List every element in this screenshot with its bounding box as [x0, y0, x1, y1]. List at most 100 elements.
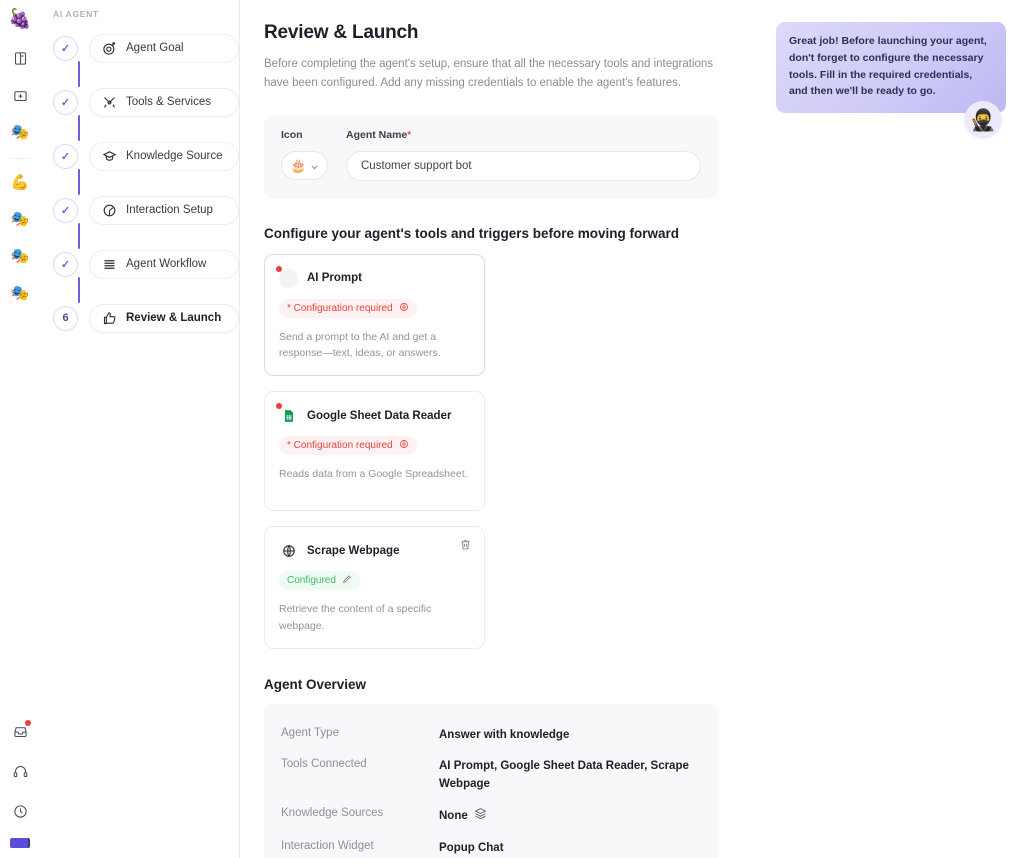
tool-name: AI Prompt [307, 272, 362, 285]
step-pill-agent-workflow[interactable]: Agent Workflow [89, 249, 239, 279]
globe-icon-wrap [279, 541, 298, 561]
step-pill-interaction-setup[interactable]: Interaction Setup [89, 195, 239, 225]
tools-icon [102, 95, 117, 110]
step-connector-3 [78, 169, 80, 195]
agent-overview-panel: Agent Type Answer with knowledge Tools C… [264, 704, 718, 858]
sidebar-item-interaction-setup[interactable]: ✓ Interaction Setup [53, 195, 239, 249]
ninja-avatar-icon[interactable]: 🥷 [964, 101, 1002, 140]
grapes-logo-icon[interactable]: 🍇 [8, 10, 32, 29]
tool-name: Google Sheet Data Reader [307, 409, 452, 422]
page-subtitle: Before completing the agent's setup, ens… [264, 58, 714, 89]
overview-title: Agent Overview [264, 677, 367, 692]
rail-bottom-group [0, 718, 40, 852]
step-pill-review-launch[interactable]: Review & Launch [89, 303, 239, 333]
app-root: 🍇 🎭 💪 🎭 🎭 🎭 AI AGENT ✓ Agent Goal ✓ Tool… [0, 0, 1024, 858]
tool-card-ai-prompt[interactable]: AI Prompt * Configuration required Send … [264, 253, 485, 377]
sidebar-item-agent-goal[interactable]: ✓ Agent Goal [53, 33, 239, 87]
overview-row-knowledge-sources: Knowledge Sources None [264, 800, 718, 833]
step-connector-2 [78, 115, 80, 141]
tool-card-scrape-webpage[interactable]: Scrape Webpage Configured Retrieve the c… [264, 526, 485, 649]
wizard-steps: ✓ Agent Goal ✓ Tools & Services ✓ Knowle… [40, 33, 239, 333]
step-label: Agent Goal [126, 42, 184, 54]
layers-list-icon [102, 257, 117, 272]
icon-field-label: Icon [281, 128, 303, 141]
attention-dot [276, 265, 282, 272]
step-connector-1 [78, 61, 80, 87]
overview-value-text: AI Prompt, Google Sheet Data Reader, Scr… [439, 760, 689, 790]
sidebar-item-tools-services[interactable]: ✓ Tools & Services [53, 87, 239, 141]
tools-grid: AI Prompt * Configuration required Send … [264, 253, 720, 649]
sidebar-item-knowledge-source[interactable]: ✓ Knowledge Source [53, 141, 239, 195]
pages-icon[interactable] [7, 45, 33, 71]
step-pill-agent-goal[interactable]: Agent Goal [89, 33, 239, 63]
headset-support-icon[interactable] [7, 758, 33, 784]
step-label: Review & Launch [126, 312, 222, 324]
icon-picker-button[interactable]: 🎂 [281, 150, 328, 180]
step-marker-6: 6 [53, 305, 78, 331]
step-marker-5: ✓ [53, 251, 78, 277]
agent-icon-1[interactable]: 🎭 [7, 119, 33, 145]
step-marker-3: ✓ [53, 143, 78, 169]
status-badge-configuration-required[interactable]: * Configuration required [279, 436, 417, 456]
overview-value: AI Prompt, Google Sheet Data Reader, Scr… [439, 758, 701, 793]
step-marker-1: ✓ [53, 35, 78, 61]
step-pill-knowledge-source[interactable]: Knowledge Source [89, 141, 239, 171]
tool-card-header: AI Prompt [276, 265, 470, 288]
step-label: Agent Workflow [126, 258, 207, 270]
overview-row-interaction-widget: Interaction Widget Popup Chat [264, 833, 718, 858]
overview-value-text: Popup Chat [439, 842, 504, 854]
status-badge-configured[interactable]: Configured [279, 571, 360, 591]
step-marker-4: ✓ [53, 197, 78, 223]
sidebar-item-review-launch[interactable]: 6 Review & Launch [53, 303, 239, 333]
required-asterisk: * [407, 129, 412, 141]
clock-icon[interactable] [7, 798, 33, 824]
tool-card-header: Scrape Webpage [279, 541, 470, 561]
globe-icon [279, 541, 298, 561]
step-marker-2: ✓ [53, 89, 78, 115]
tool-description: Reads data from a Google Spreadsheet. [279, 468, 468, 481]
left-icon-rail: 🍇 🎭 💪 🎭 🎭 🎭 [0, 0, 40, 858]
wizard-sidebar: AI AGENT ✓ Agent Goal ✓ Tools & Services… [40, 0, 240, 858]
agent-name-label: Agent Name* [346, 129, 701, 141]
overview-row-tools-connected: Tools Connected AI Prompt, Google Sheet … [264, 751, 718, 800]
overview-value: Popup Chat [439, 840, 701, 857]
agent-icon-4[interactable]: 🎭 [7, 280, 33, 306]
gear-icon [399, 439, 409, 452]
coach-tooltip: Great job! Before launching your agent, … [776, 22, 1006, 140]
notification-dot [25, 720, 31, 726]
tool-card-google-sheet-data-reader[interactable]: Google Sheet Data Reader * Configuration… [264, 391, 485, 512]
overview-value-text: None [439, 809, 468, 822]
tools-section-title: Configure your agent's tools and trigger… [264, 225, 679, 241]
agent-icon-3[interactable]: 🎭 [7, 243, 33, 269]
overview-value: Answer with knowledge [439, 727, 701, 744]
sidebar-item-agent-workflow[interactable]: ✓ Agent Workflow [53, 249, 239, 303]
status-badge-text: Configured [287, 575, 336, 587]
icon-field-group: Icon 🎂 [281, 129, 328, 181]
trash-icon[interactable] [459, 538, 472, 551]
graduation-cap-icon [102, 149, 117, 164]
overview-key: Tools Connected [281, 758, 367, 771]
rail-divider [9, 158, 31, 159]
step-connector-5 [78, 277, 80, 303]
status-badge-configuration-required[interactable]: * Configuration required [279, 298, 417, 318]
inbox-notification-icon[interactable] [7, 718, 33, 744]
step-label: Knowledge Source [126, 150, 223, 162]
pencil-icon [342, 574, 352, 587]
ai-prompt-icon-wrap [276, 265, 298, 288]
tool-description: Send a prompt to the AI and get a respon… [279, 330, 441, 360]
ai-prompt-icon [279, 268, 298, 288]
agent-icon-2[interactable]: 🎭 [7, 206, 33, 232]
sidebar-section-title: AI AGENT [53, 9, 99, 19]
overview-key: Knowledge Sources [281, 806, 384, 819]
step-pill-tools-services[interactable]: Tools & Services [89, 87, 239, 117]
overview-value-text: Answer with knowledge [439, 729, 570, 741]
agent-emoji-icon: 🎂 [290, 157, 307, 173]
new-folder-icon[interactable] [7, 82, 33, 108]
gear-icon [399, 302, 409, 315]
coach-message: Great job! Before launching your agent, … [776, 22, 1006, 114]
main-content: Review & Launch Before completing the ag… [240, 0, 1024, 858]
agent-name-input[interactable] [346, 150, 701, 181]
muscle-icon[interactable]: 💪 [7, 169, 33, 195]
step-connector-4 [78, 223, 80, 249]
tool-description: Retrieve the content of a specific webpa… [279, 603, 432, 632]
